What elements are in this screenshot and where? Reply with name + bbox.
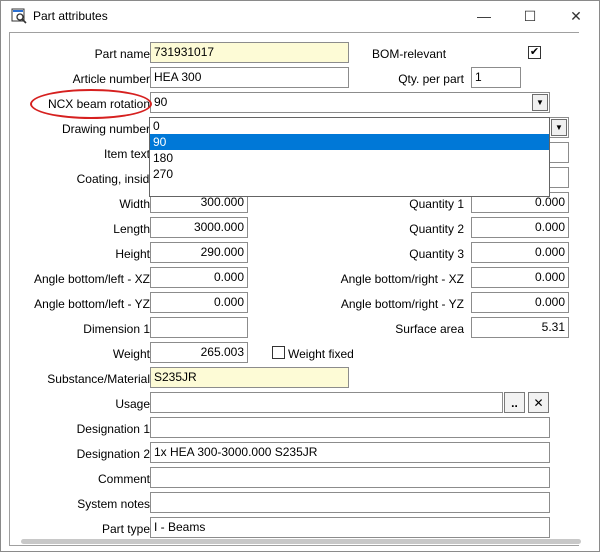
height-field[interactable]: 290.000 xyxy=(150,242,248,263)
article-number-label: Article number xyxy=(72,72,150,86)
designation-2-field[interactable]: 1x HEA 300-3000.000 S235JR xyxy=(150,442,550,463)
usage-field[interactable] xyxy=(150,392,503,413)
dimension-1-label: Dimension 1 xyxy=(83,322,150,336)
ncx-beam-rotation-combo[interactable]: 90 ▼ xyxy=(150,92,550,113)
coating-inside-label: Coating, inside xyxy=(76,172,156,186)
angle-bottom-right-yz-field[interactable]: 0.000 xyxy=(471,292,569,313)
app-icon xyxy=(11,8,27,24)
angle-bottom-left-yz-label: Angle bottom/left - YZ xyxy=(34,297,150,311)
designation-1-field[interactable] xyxy=(150,417,550,438)
horizontal-scrollbar[interactable] xyxy=(21,539,581,544)
minimize-button[interactable]: — xyxy=(461,1,507,31)
quantity-2-label: Quantity 2 xyxy=(409,222,464,236)
part-name-field[interactable]: 731931017 xyxy=(150,42,349,63)
part-type-field[interactable]: I - Beams xyxy=(150,517,550,538)
angle-bottom-right-xz-field[interactable]: 0.000 xyxy=(471,267,569,288)
designation-1-label: Designation 1 xyxy=(76,422,150,436)
angle-bottom-right-yz-label: Angle bottom/right - YZ xyxy=(340,297,464,311)
ncx-beam-rotation-value: 90 xyxy=(154,95,168,109)
article-number-field[interactable]: HEA 300 xyxy=(150,67,349,88)
substance-material-field[interactable]: S235JR xyxy=(150,367,349,388)
vertical-scrollbar[interactable] xyxy=(579,32,593,546)
usage-browse-button[interactable]: .. xyxy=(504,392,525,413)
drawing-number-label: Drawing number xyxy=(61,122,150,136)
width-label: Width xyxy=(119,197,150,211)
weight-fixed-checkbox[interactable] xyxy=(272,346,285,359)
bom-relevant-label: BOM-relevant xyxy=(372,47,447,61)
designation-2-label: Designation 2 xyxy=(76,447,150,461)
substance-material-label: Substance/Material xyxy=(47,372,150,386)
usage-label: Usage xyxy=(115,397,150,411)
close-button[interactable]: ✕ xyxy=(553,1,599,31)
comment-label: Comment xyxy=(97,472,150,486)
part-name-label: Part name xyxy=(94,47,150,61)
weight-field[interactable]: 265.003 xyxy=(150,342,248,363)
comment-field[interactable] xyxy=(150,467,550,488)
quantity-3-field[interactable]: 0.000 xyxy=(471,242,569,263)
qty-per-part-field[interactable]: 1 xyxy=(471,67,521,88)
weight-fixed-label: Weight fixed xyxy=(288,347,354,361)
angle-bottom-right-xz-label: Angle bottom/right - XZ xyxy=(340,272,464,286)
maximize-button[interactable]: ☐ xyxy=(507,1,553,31)
length-label: Length xyxy=(113,222,150,236)
item-text-label: Item text xyxy=(103,147,150,161)
bom-relevant-checkbox[interactable]: ✔ xyxy=(528,46,541,59)
window-title: Part attributes xyxy=(33,9,108,23)
chevron-down-icon[interactable]: ▼ xyxy=(551,119,567,136)
part-type-label: Part type xyxy=(101,522,150,536)
length-field[interactable]: 3000.000 xyxy=(150,217,248,238)
quantity-2-field[interactable]: 0.000 xyxy=(471,217,569,238)
system-notes-field[interactable] xyxy=(150,492,550,513)
part-attributes-window: Part attributes — ☐ ✕ Part name 73193101… xyxy=(0,0,600,552)
dropdown-option-selected[interactable]: 90 xyxy=(150,134,549,150)
title-bar: Part attributes — ☐ ✕ xyxy=(1,1,599,31)
ncx-beam-rotation-dropdown: 0 90 180 270 xyxy=(149,117,550,197)
dropdown-option[interactable]: 180 xyxy=(150,150,549,166)
dropdown-option[interactable]: 270 xyxy=(150,166,549,182)
highlight-annotation xyxy=(30,89,152,119)
surface-area-field[interactable]: 5.31 xyxy=(471,317,569,338)
weight-label: Weight xyxy=(112,347,150,361)
quantity-3-label: Quantity 3 xyxy=(409,247,464,261)
chevron-down-icon[interactable]: ▼ xyxy=(532,94,548,111)
usage-clear-button[interactable]: ✕ xyxy=(528,392,549,413)
height-label: Height xyxy=(115,247,150,261)
angle-bottom-left-xz-label: Angle bottom/left - XZ xyxy=(33,272,150,286)
dimension-1-field[interactable] xyxy=(150,317,248,338)
angle-bottom-left-yz-field[interactable]: 0.000 xyxy=(150,292,248,313)
angle-bottom-left-xz-field[interactable]: 0.000 xyxy=(150,267,248,288)
qty-per-part-label: Qty. per part xyxy=(398,72,464,86)
quantity-1-label: Quantity 1 xyxy=(409,197,464,211)
system-notes-label: System notes xyxy=(77,497,150,511)
dropdown-option[interactable]: 0 xyxy=(150,118,549,134)
surface-area-label: Surface area xyxy=(395,322,464,336)
